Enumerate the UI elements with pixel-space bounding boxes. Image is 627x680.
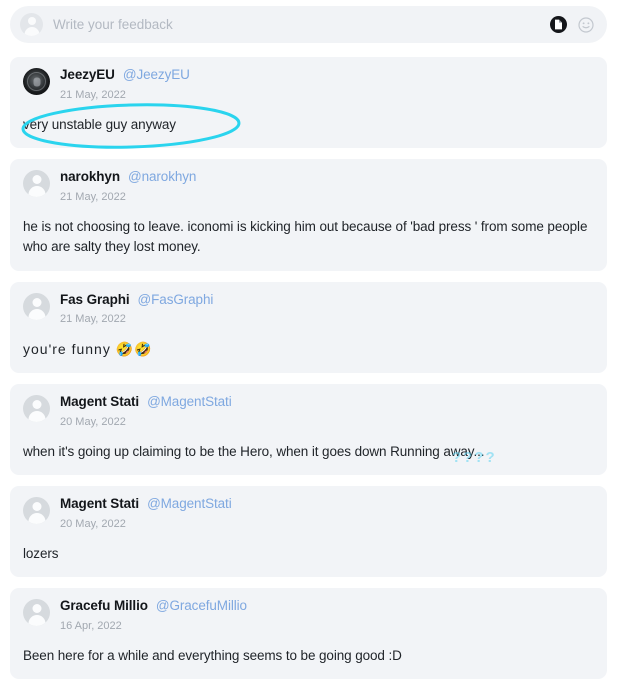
post-item[interactable]: Fas Graphi @FasGraphi 21 May, 2022 you'r… [10, 281, 607, 374]
post-header: Gracefu Millio @GracefuMillio 16 Apr, 20… [23, 599, 593, 632]
avatar[interactable] [23, 497, 50, 525]
post-author-handle[interactable]: @JeezyEU [123, 68, 190, 82]
post-author-handle[interactable]: @MagentStati [147, 497, 232, 511]
post-item[interactable]: Magent Stati @MagentStati 20 May, 2022 l… [10, 486, 607, 578]
post-item[interactable]: narokhyn @narokhyn 21 May, 2022 he is no… [10, 159, 607, 271]
post-body: you're funny 🤣🤣 [23, 341, 153, 358]
post-meta: Magent Stati @MagentStati 20 May, 2022 [60, 395, 232, 428]
default-user-avatar [20, 13, 43, 36]
avatar[interactable] [23, 170, 50, 198]
feedback-feed-page: JeezyEU @JeezyEU 21 May, 2022 very unsta… [0, 0, 627, 680]
avatar[interactable] [23, 292, 50, 320]
post-meta: Fas Graphi @FasGraphi 21 May, 2022 [60, 293, 213, 326]
post-header: Fas Graphi @FasGraphi 21 May, 2022 [23, 292, 593, 326]
post-header: JeezyEU @JeezyEU 21 May, 2022 [23, 68, 593, 101]
post-author-handle[interactable]: @narokhyn [128, 170, 196, 184]
post-date: 20 May, 2022 [60, 415, 126, 428]
avatar[interactable] [23, 395, 50, 423]
post-body: very unstable guy anyway [23, 116, 176, 132]
post-identity: Gracefu Millio @GracefuMillio [60, 599, 247, 613]
post-date: 20 May, 2022 [60, 517, 126, 530]
post-date: 16 Apr, 2022 [60, 619, 122, 632]
post-identity: JeezyEU @JeezyEU [60, 68, 190, 82]
post-author-name[interactable]: Magent Stati [60, 395, 139, 409]
post-meta: Magent Stati @MagentStati 20 May, 2022 [60, 497, 232, 530]
post-item[interactable]: Gracefu Millio @GracefuMillio 16 Apr, 20… [10, 588, 607, 680]
post-identity: Magent Stati @MagentStati [60, 497, 232, 511]
post-author-handle[interactable]: @MagentStati [147, 395, 232, 409]
post-meta: Gracefu Millio @GracefuMillio 16 Apr, 20… [60, 599, 247, 632]
emoji-smiley-icon[interactable] [577, 16, 595, 34]
post-body: lozers [23, 545, 59, 561]
post-header: Magent Stati @MagentStati 20 May, 2022 [23, 497, 593, 530]
post-identity: Magent Stati @MagentStati [60, 395, 232, 409]
post-body: he is not choosing to leave. iconomi is … [23, 218, 588, 255]
post-date: 21 May, 2022 [60, 313, 126, 326]
feedback-composer[interactable] [10, 6, 607, 43]
posts-list: JeezyEU @JeezyEU 21 May, 2022 very unsta… [10, 57, 607, 680]
post-header: narokhyn @narokhyn 21 May, 2022 [23, 170, 593, 203]
post-author-name[interactable]: Fas Graphi [60, 293, 130, 307]
avatar[interactable] [23, 599, 50, 627]
composer-actions [549, 16, 595, 34]
post-identity: Fas Graphi @FasGraphi [60, 293, 213, 307]
post-date: 21 May, 2022 [60, 88, 126, 101]
post-item[interactable]: Magent Stati @MagentStati 20 May, 2022 w… [10, 384, 607, 476]
post-author-name[interactable]: JeezyEU [60, 68, 115, 82]
post-author-handle[interactable]: @FasGraphi [138, 293, 214, 307]
post-meta: narokhyn @narokhyn 21 May, 2022 [60, 170, 196, 203]
gif-file-icon[interactable] [549, 16, 567, 34]
post-body: when it's going up claiming to be the He… [23, 443, 485, 459]
post-author-name[interactable]: Gracefu Millio [60, 599, 148, 613]
post-author-name[interactable]: narokhyn [60, 170, 120, 184]
post-date: 21 May, 2022 [60, 190, 126, 203]
post-body: Been here for a while and everything see… [23, 647, 402, 663]
post-item[interactable]: JeezyEU @JeezyEU 21 May, 2022 very unsta… [10, 57, 607, 149]
avatar[interactable] [23, 68, 50, 95]
post-meta: JeezyEU @JeezyEU 21 May, 2022 [60, 68, 190, 101]
post-identity: narokhyn @narokhyn [60, 170, 196, 184]
feedback-input[interactable] [53, 17, 549, 32]
post-author-handle[interactable]: @GracefuMillio [156, 599, 247, 613]
post-header: Magent Stati @MagentStati 20 May, 2022 [23, 395, 593, 428]
post-author-name[interactable]: Magent Stati [60, 497, 139, 511]
